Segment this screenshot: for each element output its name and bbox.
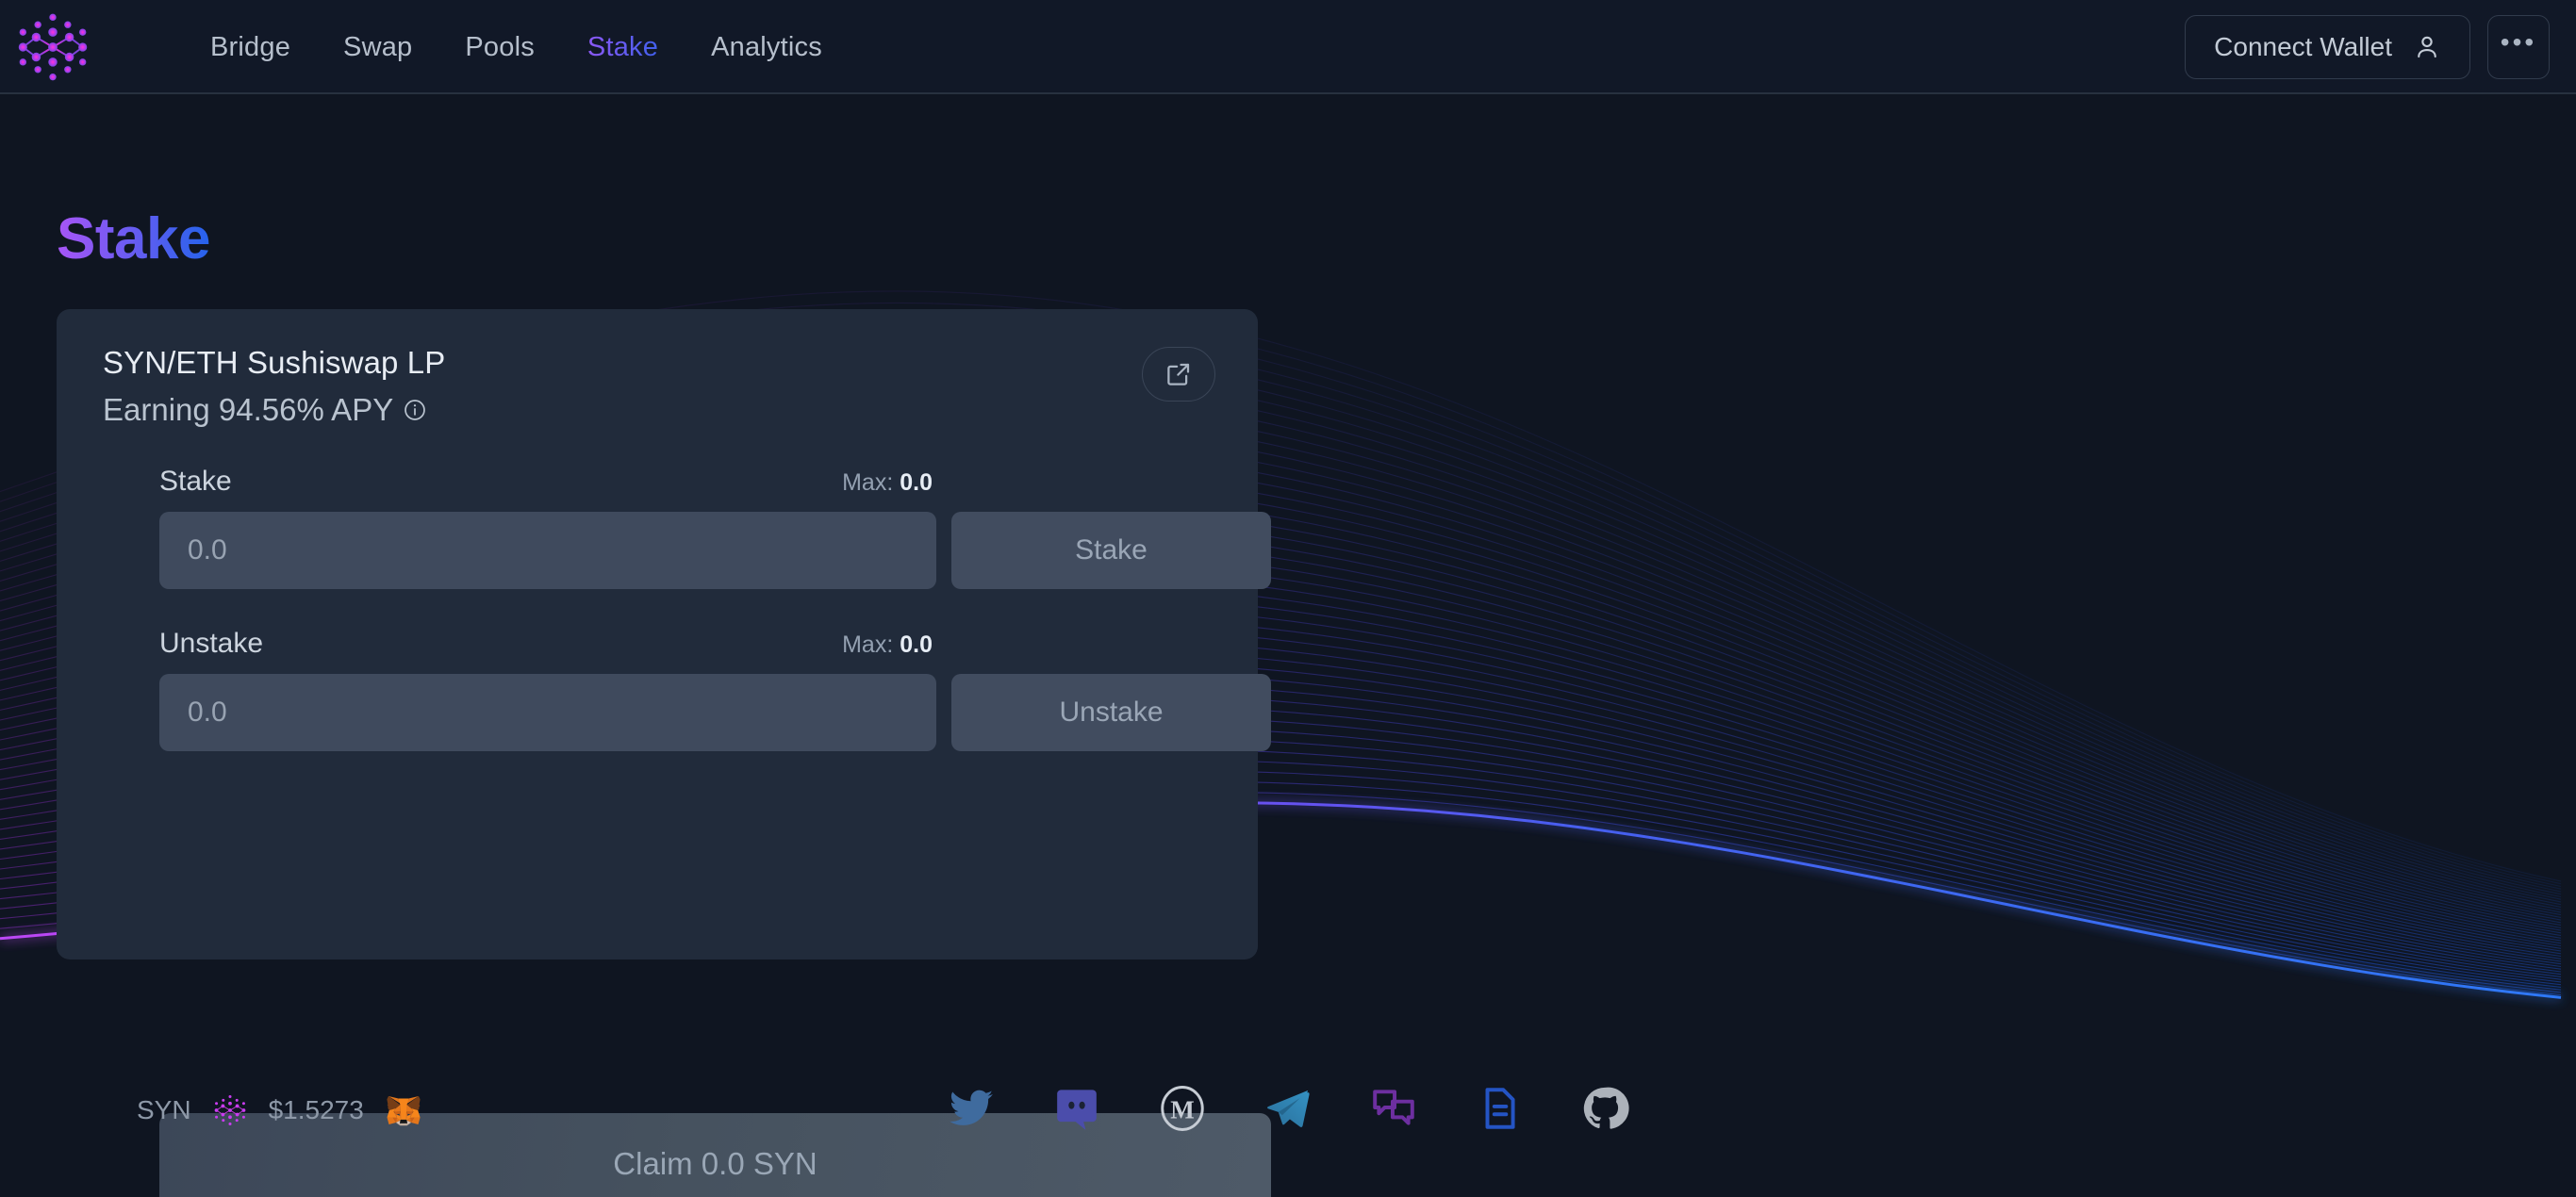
- forum-icon[interactable]: [1369, 1084, 1418, 1133]
- unstake-max-prefix: Max:: [842, 631, 894, 658]
- github-icon[interactable]: [1580, 1084, 1629, 1133]
- user-icon: [2418, 36, 2436, 58]
- stake-button[interactable]: Stake: [951, 512, 1271, 589]
- medium-icon[interactable]: M: [1158, 1084, 1207, 1133]
- unstake-max: Max: 0.0: [842, 631, 933, 659]
- pool-name: SYN/ETH Sushiswap LP: [103, 345, 446, 380]
- nav-links: Bridge Swap Pools Stake Analytics: [184, 0, 849, 94]
- page-title: Stake: [57, 206, 210, 271]
- stake-max-prefix: Max:: [842, 469, 894, 496]
- unstake-button[interactable]: Unstake: [951, 674, 1271, 751]
- stake-card: SYN/ETH Sushiswap LP Earning 94.56% APY: [57, 309, 1271, 1197]
- unstake-max-value: 0.0: [900, 631, 933, 658]
- external-link-button[interactable]: [1142, 347, 1215, 402]
- nav-item-stake[interactable]: Stake: [561, 32, 685, 63]
- footer-social-links: M: [0, 1084, 2576, 1133]
- info-circle-icon[interactable]: [403, 398, 427, 422]
- discord-icon[interactable]: [1052, 1084, 1101, 1133]
- nav-item-swap[interactable]: Swap: [317, 32, 438, 63]
- connect-wallet-label: Connect Wallet: [2214, 32, 2392, 61]
- svg-text:M: M: [1170, 1095, 1195, 1123]
- twitter-icon[interactable]: [947, 1084, 996, 1133]
- footer: SYN $1.5273 M: [0, 1056, 2576, 1197]
- stake-max: Max: 0.0: [842, 469, 933, 497]
- more-options-button[interactable]: •••: [2487, 15, 2550, 79]
- nav-item-bridge[interactable]: Bridge: [184, 32, 317, 63]
- pool-apy-text: Earning 94.56% APY: [103, 392, 394, 427]
- external-link-icon: [1167, 363, 1190, 385]
- docs-icon[interactable]: [1475, 1084, 1524, 1133]
- stake-card-header: SYN/ETH Sushiswap LP Earning 94.56% APY: [103, 345, 1215, 428]
- unstake-amount-input[interactable]: [159, 674, 936, 751]
- stake-max-value: 0.0: [900, 469, 933, 496]
- pool-apy-row: Earning 94.56% APY: [103, 392, 1215, 428]
- unstake-label: Unstake: [159, 628, 264, 659]
- unstake-input-row: Unstake: [159, 674, 1271, 751]
- stake-amount-input[interactable]: [159, 512, 936, 589]
- stake-field-label-row: Stake Max: 0.0: [159, 466, 933, 498]
- nav-item-analytics[interactable]: Analytics: [685, 32, 849, 63]
- connect-wallet-button[interactable]: Connect Wallet: [2185, 15, 2470, 79]
- stake-label: Stake: [159, 466, 232, 497]
- header-actions: Connect Wallet •••: [2185, 0, 2550, 94]
- unstake-field-label-row: Unstake Max: 0.0: [159, 628, 933, 660]
- top-navigation-bar: Bridge Swap Pools Stake Analytics Connec…: [0, 0, 2576, 94]
- synapse-logo-icon[interactable]: [11, 6, 94, 89]
- app-root: Bridge Swap Pools Stake Analytics Connec…: [0, 0, 2576, 1197]
- nav-item-pools[interactable]: Pools: [438, 32, 561, 63]
- stake-input-row: Stake: [159, 512, 1271, 589]
- telegram-icon[interactable]: [1263, 1084, 1313, 1133]
- ellipsis-icon: •••: [2500, 27, 2537, 57]
